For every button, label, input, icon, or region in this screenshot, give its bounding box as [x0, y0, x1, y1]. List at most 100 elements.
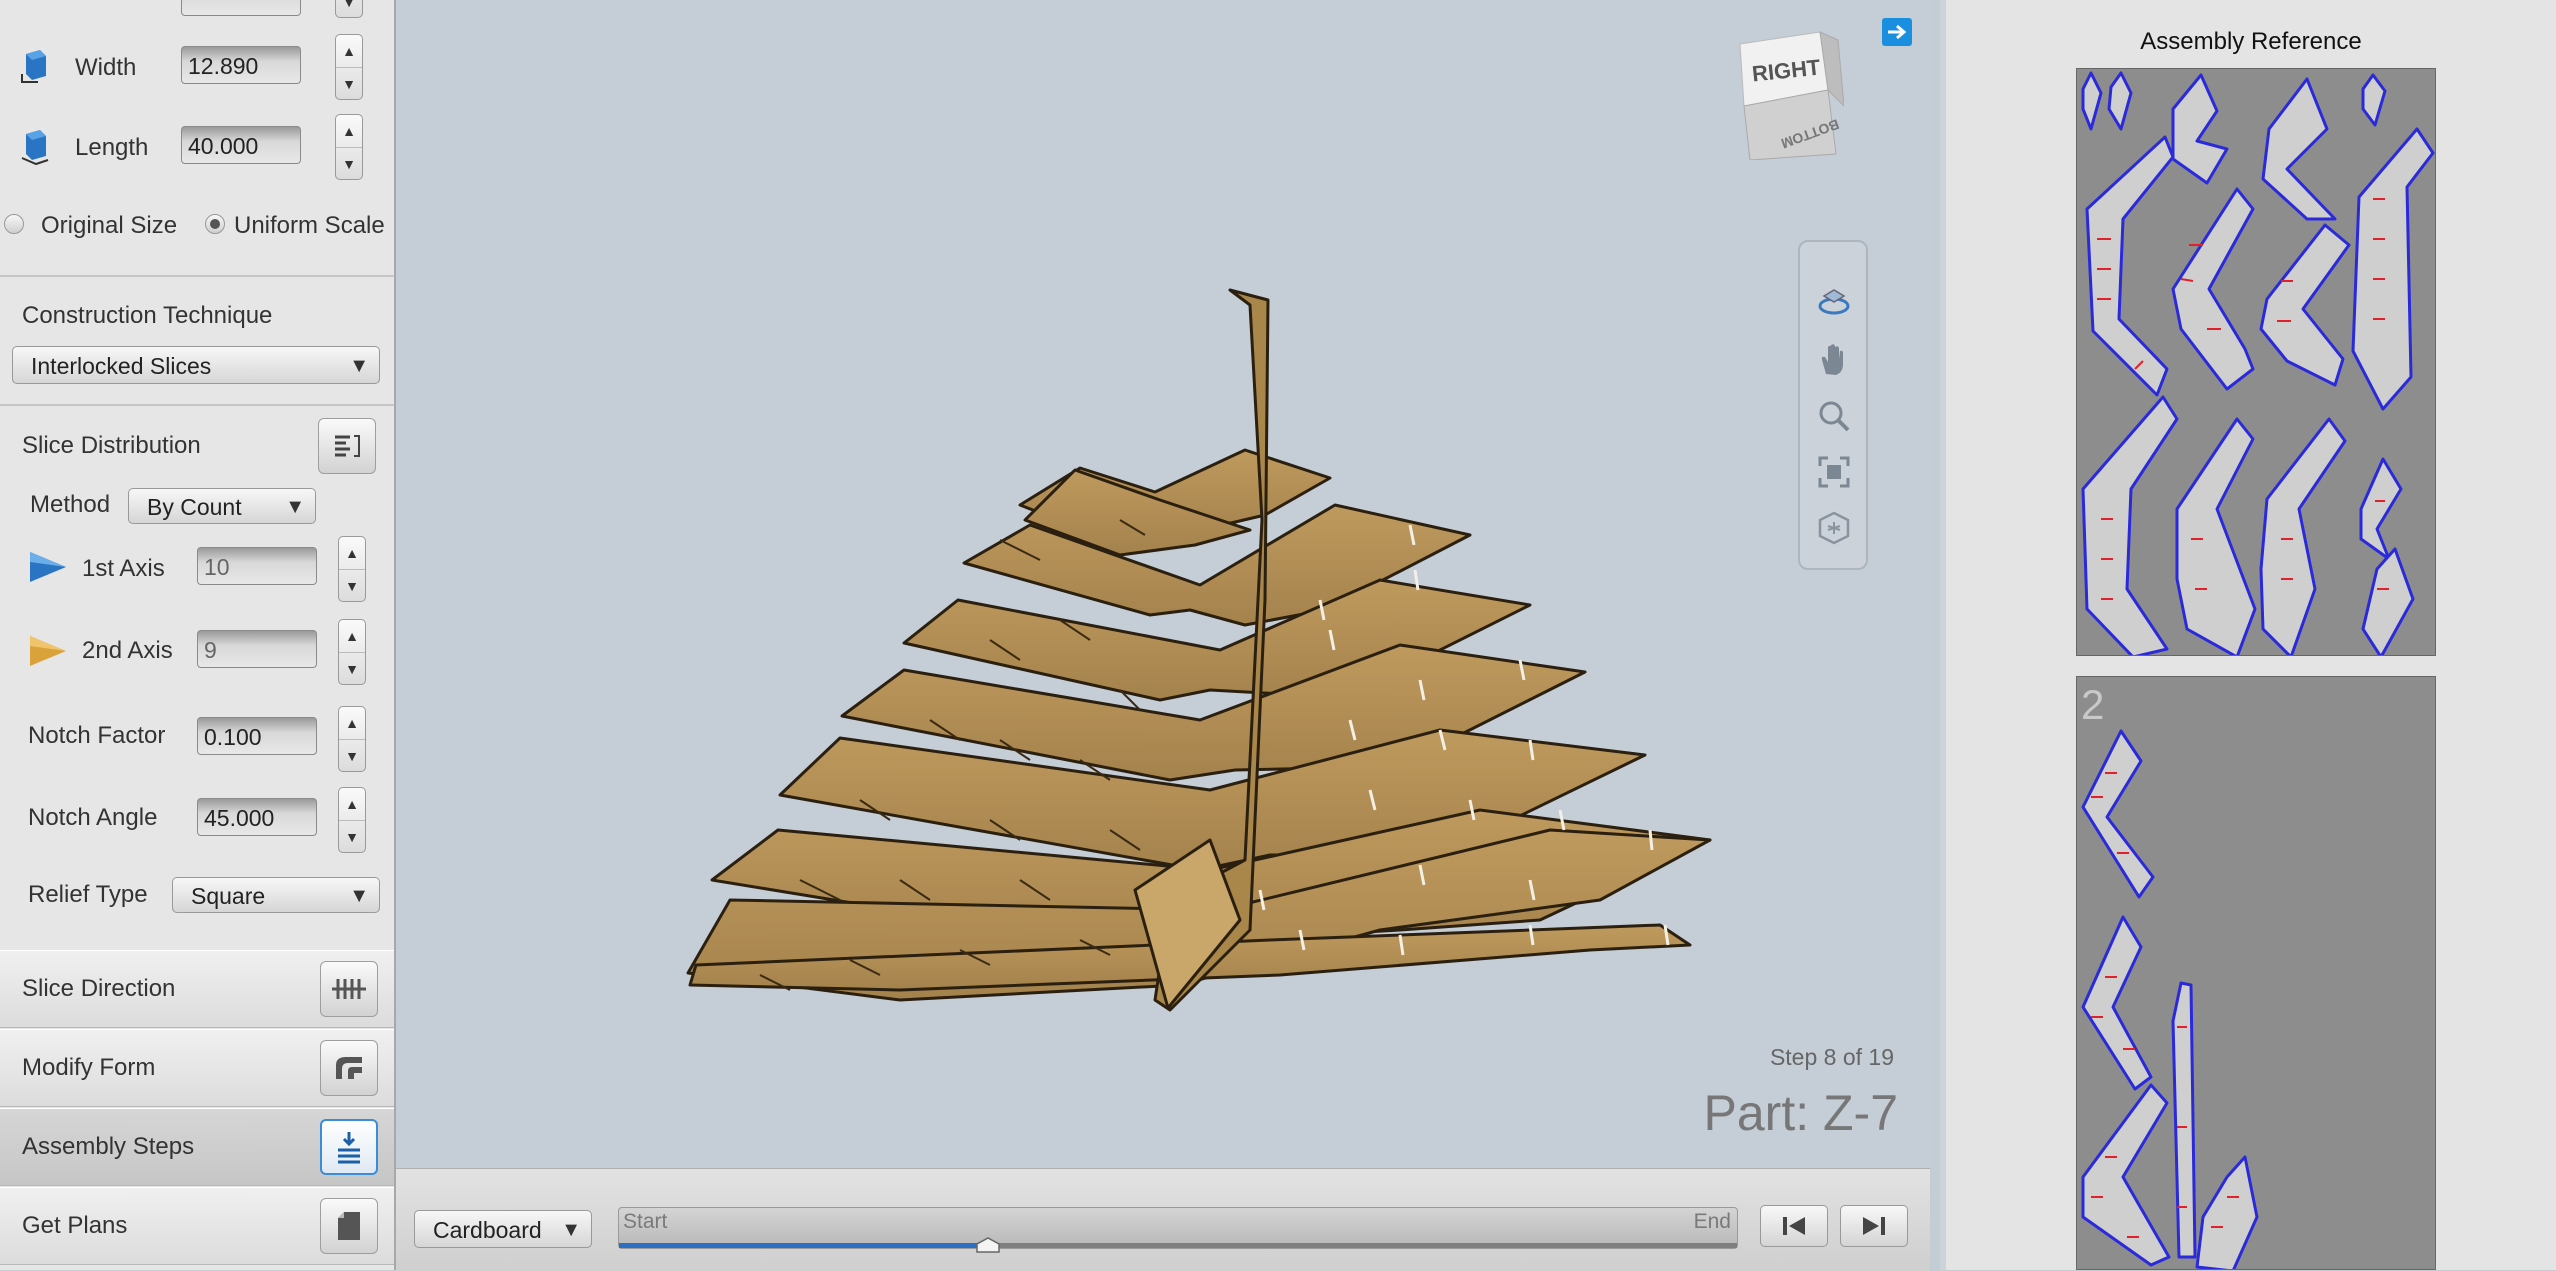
notch-factor-label: Notch Factor [28, 722, 166, 749]
reference-sheet-1[interactable] [2076, 68, 2436, 656]
relief-type-dropdown[interactable]: Square ▼ [172, 877, 380, 913]
get-plans-section[interactable]: Get Plans [0, 1187, 394, 1265]
height-stepper[interactable]: ▲▼ [335, 0, 363, 18]
uniform-scale-label: Uniform Scale [234, 212, 385, 239]
notch-factor-field[interactable]: 0.100 [197, 717, 317, 755]
bottom-bar: Cardboard ▼ Start End [396, 1168, 1930, 1271]
assembly-steps-button[interactable] [320, 1119, 378, 1175]
width-field[interactable]: 12.890 [181, 46, 301, 84]
3d-viewport[interactable]: RIGHT BOTTOM Step 8 of 19 Part: Z-7 [396, 0, 1930, 1168]
arrow-right-icon [1888, 24, 1907, 40]
decrement-icon[interactable]: ▼ [336, 67, 362, 100]
method-dropdown[interactable]: By Count ▼ [128, 488, 316, 524]
assembly-steps-section[interactable]: Assembly Steps [0, 1108, 394, 1186]
length-field[interactable]: 40.000 [181, 126, 301, 164]
expand-panel-button[interactable] [1882, 18, 1912, 46]
decrement-icon[interactable]: ▼ [339, 739, 365, 772]
first-axis-field[interactable]: 10 [197, 547, 317, 585]
increment-icon[interactable]: ▲ [339, 620, 365, 652]
construction-dropdown[interactable]: Interlocked Slices ▼ [12, 346, 380, 384]
notch-factor-stepper[interactable]: ▲ ▼ [338, 706, 366, 772]
notch-angle-field[interactable]: 45.000 [197, 798, 317, 836]
modify-form-icon [336, 1057, 362, 1079]
width-stepper[interactable]: ▲ ▼ [335, 34, 363, 100]
sheet-2-parts [2081, 729, 2259, 1269]
slices [686, 288, 1712, 1012]
width-icon [21, 50, 46, 83]
fit-icon[interactable] [1816, 454, 1852, 490]
decrement-icon[interactable]: ▼ [339, 569, 365, 602]
second-axis-field[interactable]: 9 [197, 630, 317, 668]
original-size-label: Original Size [41, 212, 178, 239]
slice-direction-button[interactable] [320, 961, 378, 1017]
view-cube[interactable]: RIGHT BOTTOM [1734, 30, 1845, 161]
slider-end-label: End [1693, 1210, 1731, 1233]
assembly-reference-panel: Assembly Reference 2 [1940, 0, 2556, 1270]
modify-form-button[interactable] [320, 1040, 378, 1096]
assembly-steps-label: Assembly Steps [22, 1133, 195, 1160]
increment-icon[interactable]: ▲ [339, 707, 365, 739]
step-slider[interactable]: Start End [618, 1207, 1738, 1253]
length-icon [21, 130, 49, 166]
increment-icon[interactable]: ▲ [336, 115, 362, 147]
orbit-icon[interactable] [1816, 286, 1852, 322]
slice-direction-icon [332, 979, 366, 999]
zoom-icon[interactable] [1816, 398, 1852, 434]
modify-form-section[interactable]: Modify Form [0, 1029, 394, 1107]
notch-angle-label: Notch Angle [28, 804, 158, 831]
assembly-steps-icon [338, 1132, 360, 1164]
divider [0, 404, 394, 406]
skip-back-icon [1783, 1217, 1805, 1235]
increment-icon[interactable]: ▲ [339, 788, 365, 820]
length-label: Length [75, 134, 149, 161]
height-field[interactable] [181, 0, 301, 16]
reference-sheet-2[interactable]: 2 [2076, 676, 2436, 1270]
method-label: Method [30, 491, 111, 518]
slider-start-label: Start [623, 1210, 668, 1233]
decrement-icon[interactable]: ▼ [336, 147, 362, 180]
reference-title: Assembly Reference [2140, 28, 2362, 55]
notch-angle-stepper[interactable]: ▲ ▼ [338, 787, 366, 853]
get-plans-button[interactable] [320, 1198, 378, 1254]
chevron-down-icon: ▼ [561, 1219, 581, 1241]
decrement-icon[interactable]: ▼ [339, 820, 365, 853]
step-indicator: Step 8 of 19 [1769, 1044, 1894, 1070]
first-axis-stepper[interactable]: ▲ ▼ [338, 536, 366, 602]
method-value: By Count [147, 494, 242, 520]
slider-fill [619, 1243, 988, 1248]
slice-direction-section[interactable]: Slice Direction [0, 950, 394, 1028]
second-axis-label: 2nd Axis [82, 637, 173, 664]
construction-value: Interlocked Slices [31, 353, 212, 379]
first-axis-label: 1st Axis [82, 555, 165, 582]
length-stepper[interactable]: ▲ ▼ [335, 114, 363, 180]
relief-type-label: Relief Type [28, 881, 148, 908]
part-indicator: Part: Z-7 [1703, 1085, 1898, 1141]
increment-icon[interactable]: ▲ [336, 35, 362, 67]
first-axis-icon [30, 552, 66, 582]
material-dropdown[interactable]: Cardboard ▼ [414, 1210, 592, 1248]
width-label: Width [75, 54, 137, 81]
pan-icon[interactable] [1816, 342, 1852, 378]
increment-icon[interactable]: ▲ [339, 537, 365, 569]
last-step-button[interactable] [1840, 1205, 1908, 1247]
chevron-down-icon: ▼ [285, 496, 305, 518]
get-plans-label: Get Plans [22, 1212, 128, 1239]
first-step-button[interactable] [1760, 1205, 1828, 1247]
nav-toolbar [1798, 240, 1868, 570]
slider-thumb[interactable] [975, 1236, 1001, 1254]
decrement-icon[interactable]: ▼ [339, 652, 365, 685]
original-size-radio[interactable] [4, 214, 24, 234]
material-value: Cardboard [433, 1217, 542, 1243]
left-panel: ▲▼ Width 12.890 ▲▼ Length 40.000 ▲▼ Orig… [0, 0, 396, 1270]
relief-type-value: Square [191, 883, 266, 909]
second-axis-icon [30, 636, 66, 666]
second-axis-stepper[interactable]: ▲ ▼ [338, 619, 366, 685]
slice-distribution-button[interactable] [318, 418, 376, 474]
chevron-down-icon: ▼ [349, 355, 369, 377]
cube-icon[interactable] [1816, 510, 1852, 546]
sheet-number: 2 [2081, 681, 2105, 728]
sliced-model[interactable] [396, 0, 1930, 1168]
sheet-1-parts [2081, 71, 2435, 655]
uniform-scale-radio[interactable] [205, 214, 225, 234]
distribution-icon [335, 435, 360, 457]
